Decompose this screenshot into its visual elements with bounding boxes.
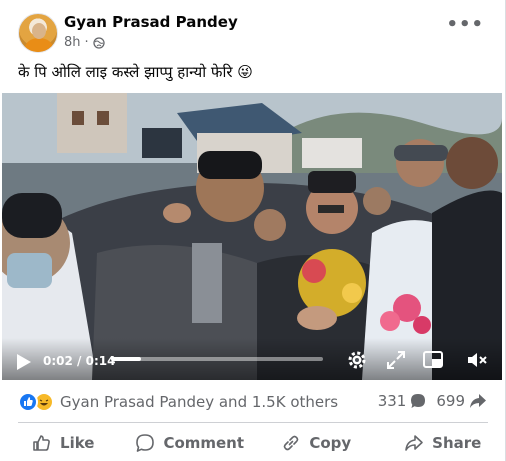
- engagement-counts: 331 699: [378, 392, 487, 410]
- pip-icon[interactable]: [422, 349, 444, 371]
- copy-button[interactable]: Copy: [253, 424, 380, 461]
- more-options-icon[interactable]: •••: [446, 16, 484, 34]
- video-time: 0:02 / 0:14: [43, 354, 115, 368]
- video-player[interactable]: 0:02 / 0:14: [2, 93, 502, 380]
- meta-separator: ·: [84, 35, 89, 50]
- post-time[interactable]: 8h: [64, 35, 81, 50]
- reactions-text[interactable]: Gyan Prasad Pandey and 1.5K others: [60, 393, 338, 411]
- time-separator: /: [77, 354, 82, 368]
- video-frame: [2, 93, 502, 380]
- copy-label: Copy: [309, 433, 352, 452]
- comment-bubble-icon: [411, 394, 426, 408]
- thumbs-up-icon: [33, 434, 50, 451]
- comment-button[interactable]: Comment: [127, 424, 254, 461]
- fullscreen-arrows-icon[interactable]: [385, 349, 407, 371]
- avatar-robe: [25, 38, 53, 52]
- settings-gear-icon[interactable]: [346, 349, 368, 371]
- shares-count-value: 699: [436, 392, 465, 410]
- current-time: 0:02: [43, 354, 73, 368]
- share-button[interactable]: Share: [380, 424, 506, 461]
- post-header: Gyan Prasad Pandey 8h · •••: [0, 0, 506, 58]
- shares-count[interactable]: 699: [436, 392, 487, 410]
- comments-count[interactable]: 331: [378, 392, 427, 410]
- reactions-summary[interactable]: Gyan Prasad Pandey and 1.5K others: [18, 390, 338, 414]
- progress-fill: [111, 357, 141, 361]
- comments-count-value: 331: [377, 392, 407, 410]
- author-avatar[interactable]: [18, 13, 58, 53]
- share-arrow-icon: [470, 394, 486, 408]
- author-name[interactable]: Gyan Prasad Pandey: [64, 13, 238, 31]
- mute-icon[interactable]: [466, 349, 488, 371]
- post-card: Gyan Prasad Pandey 8h · ••• के पि ओलि ला…: [0, 0, 506, 461]
- comment-icon: [136, 433, 155, 452]
- progress-bar[interactable]: [111, 357, 323, 361]
- globe-icon[interactable]: [93, 36, 105, 49]
- comment-label: Comment: [163, 433, 245, 452]
- link-icon: [284, 435, 299, 450]
- avatar-face: [32, 23, 46, 39]
- actions-divider: [18, 422, 488, 423]
- post-actions: Like Comment Copy Share: [0, 424, 506, 461]
- play-icon[interactable]: [16, 353, 32, 371]
- post-caption: के पि ओलि लाइ कस्ले झाप्पु हान्यो फेरि 😜: [18, 63, 253, 81]
- like-button[interactable]: Like: [0, 424, 127, 461]
- share-icon: [405, 434, 423, 451]
- like-label: Like: [60, 433, 95, 452]
- video-duration: 0:14: [85, 354, 116, 368]
- post-meta: 8h ·: [64, 35, 105, 50]
- like-icon: [18, 392, 38, 412]
- share-label: Share: [432, 433, 482, 452]
